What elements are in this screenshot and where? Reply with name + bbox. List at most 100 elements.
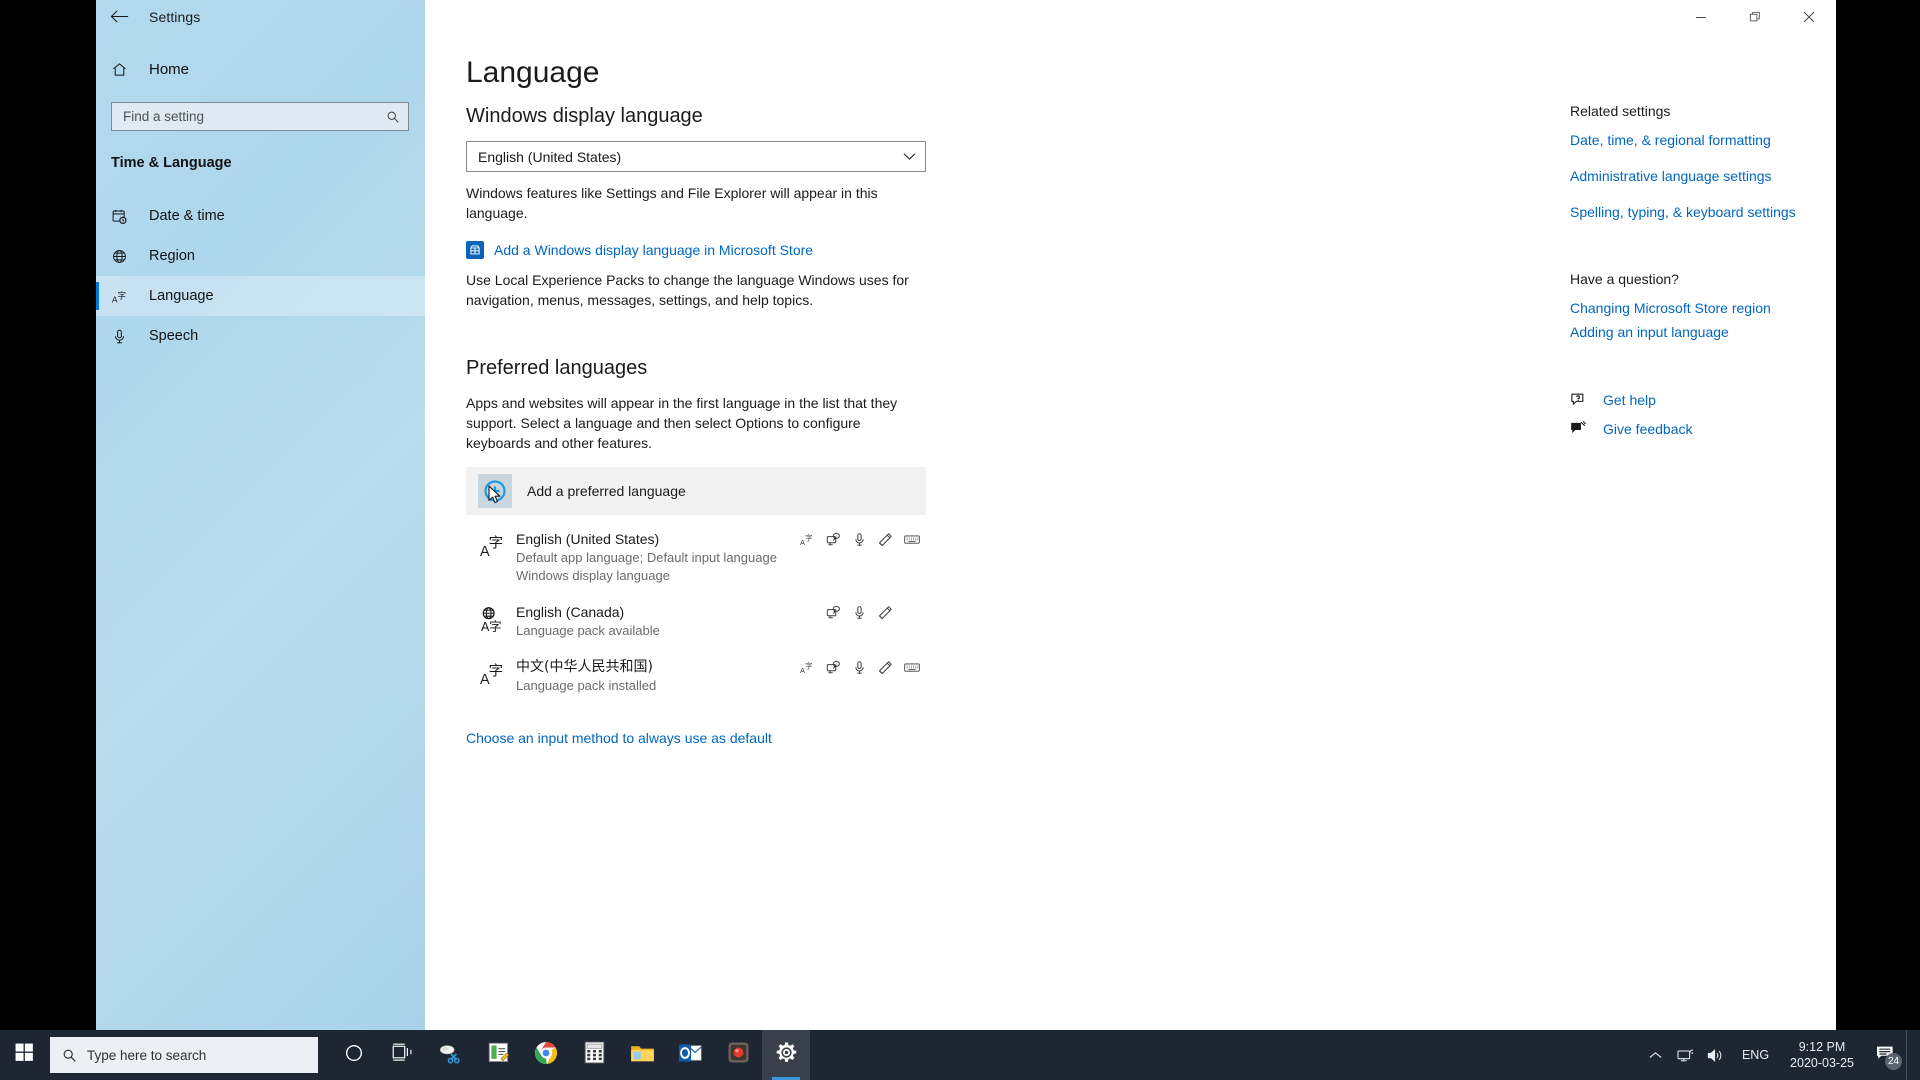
language-icon: A 字 — [111, 288, 141, 305]
store-language-link[interactable]: Add a Windows display language in Micros… — [466, 241, 936, 259]
search-setting-box[interactable] — [111, 102, 409, 131]
sidebar-item-label: Speech — [149, 328, 199, 344]
language-info: English (United States) Default app lang… — [512, 530, 799, 585]
minimize-button[interactable] — [1674, 0, 1728, 33]
get-help-label: Get help — [1603, 391, 1656, 408]
speech-recognition-icon — [851, 604, 868, 621]
give-feedback-button[interactable]: Give feedback — [1570, 420, 1815, 437]
feedback-icon — [1570, 420, 1592, 437]
clock[interactable]: 9:12 PM 2020-03-25 — [1780, 1039, 1864, 1071]
svg-text:字: 字 — [805, 660, 813, 670]
calculator-icon — [584, 1041, 605, 1069]
related-settings-heading: Related settings — [1570, 103, 1671, 119]
selection-bar — [96, 242, 99, 270]
clock-date: 2020-03-25 — [1790, 1056, 1854, 1070]
handwriting-icon — [877, 659, 894, 676]
related-settings-rail: Related settings Date, time, & regional … — [1570, 103, 1815, 449]
display-language-dropdown[interactable]: English (United States) — [466, 141, 926, 172]
network-icon[interactable] — [1671, 1030, 1701, 1080]
language-name: English (United States) — [516, 531, 660, 547]
sidebar-item-speech[interactable]: Speech — [96, 316, 425, 356]
add-circle-icon — [478, 474, 512, 508]
related-link-date-time-regional[interactable]: Date, time, & regional formatting — [1570, 131, 1815, 150]
speech-recognition-icon — [851, 531, 868, 548]
sidebar-item-region[interactable]: Region — [96, 236, 425, 276]
local-experience-packs-description: Use Local Experience Packs to change the… — [466, 272, 909, 308]
question-link-input-language[interactable]: Adding an input language — [1570, 323, 1815, 342]
add-preferred-language-button[interactable]: Add a preferred language — [466, 467, 926, 515]
screen-recorder-icon — [727, 1041, 750, 1069]
language-list-item[interactable]: A 字 English (United States) Default app … — [466, 521, 926, 594]
google-chrome-icon — [534, 1041, 558, 1070]
file-explorer-button[interactable] — [618, 1030, 666, 1080]
svg-text:字: 字 — [489, 619, 502, 632]
calculator-button[interactable] — [570, 1030, 618, 1080]
text-to-speech-icon — [825, 531, 842, 548]
sidebar-item-home[interactable]: Home — [96, 49, 425, 89]
sticky-notes-icon — [487, 1041, 510, 1069]
sticky-notes-button[interactable] — [474, 1030, 522, 1080]
snip-sketch-button[interactable] — [426, 1030, 474, 1080]
windows-start-icon — [15, 1043, 34, 1067]
sidebar-item-language[interactable]: A 字 Language — [96, 276, 425, 316]
back-arrow-icon[interactable] — [96, 0, 142, 33]
display-language-heading: Windows display language — [466, 105, 703, 127]
titlebar-left: Settings — [96, 0, 425, 33]
preferred-languages-heading: Preferred languages — [466, 357, 648, 379]
display-language-icon: A 字 — [799, 531, 816, 548]
sidebar-item-date-time[interactable]: Date & time — [96, 196, 425, 236]
language-name: English (Canada) — [516, 604, 625, 620]
maximize-restore-button[interactable] — [1728, 0, 1782, 33]
main-column: Windows display language English (United… — [466, 105, 936, 746]
default-input-method-link[interactable]: Choose an input method to always use as … — [466, 730, 926, 746]
sidebar-home-label: Home — [149, 60, 190, 78]
display-language-description: Windows features like Settings and File … — [466, 185, 878, 221]
google-chrome-button[interactable] — [522, 1030, 570, 1080]
microphone-icon — [111, 328, 141, 345]
close-button[interactable] — [1782, 0, 1836, 33]
file-explorer-icon — [630, 1042, 655, 1069]
show-desktop-button[interactable] — [1906, 1030, 1914, 1080]
outlook-button[interactable] — [666, 1030, 714, 1080]
screen-recorder-button[interactable] — [714, 1030, 762, 1080]
task-view-button[interactable] — [378, 1030, 426, 1080]
volume-icon[interactable] — [1701, 1030, 1731, 1080]
preferred-languages-list: A 字 English (United States) Default app … — [466, 521, 926, 704]
page-title: Language — [466, 56, 600, 89]
start-button[interactable] — [0, 1030, 48, 1080]
svg-text:字: 字 — [117, 290, 126, 301]
notification-center-button[interactable]: 24 — [1864, 1030, 1906, 1080]
handwriting-icon — [877, 604, 894, 621]
task-view-icon — [391, 1042, 414, 1068]
taskbar-search-placeholder: Type here to search — [87, 1047, 207, 1063]
calendar-clock-icon — [111, 208, 141, 225]
question-link-store-region[interactable]: Changing Microsoft Store region — [1570, 299, 1815, 318]
settings-taskbar-button[interactable] — [762, 1030, 810, 1080]
input-language-indicator[interactable]: ENG — [1731, 1048, 1780, 1062]
cortana-button[interactable] — [330, 1030, 378, 1080]
text-to-speech-icon — [825, 604, 842, 621]
tray-chevron-up-icon[interactable] — [1641, 1030, 1671, 1080]
taskbar-search-box[interactable]: Type here to search — [50, 1037, 318, 1073]
search-icon[interactable] — [386, 110, 400, 124]
sidebar-item-label: Language — [149, 288, 214, 304]
window-controls — [1674, 0, 1836, 33]
search-input[interactable] — [123, 109, 386, 124]
display-language-value: English (United States) — [478, 148, 622, 165]
language-globe-icon: A 字 — [474, 603, 512, 632]
related-link-spelling-typing[interactable]: Spelling, typing, & keyboard settings — [1570, 203, 1815, 222]
related-link-administrative[interactable]: Administrative language settings — [1570, 167, 1815, 186]
language-subline: Windows display language — [516, 568, 670, 583]
handwriting-icon — [877, 531, 894, 548]
window-titlebar: Settings — [96, 0, 1836, 33]
language-subline: Language pack available — [516, 623, 660, 638]
get-help-button[interactable]: Get help — [1570, 391, 1815, 408]
language-list-item[interactable]: A 字 English (Canada) Language pack avail… — [466, 594, 926, 649]
home-icon — [111, 61, 141, 78]
settings-gear-icon — [775, 1041, 798, 1069]
language-az-icon: A 字 — [474, 530, 512, 559]
language-list-item[interactable]: A 字 中文(中华人民共和国) Language pack installed — [466, 649, 926, 704]
rail-spacer — [1570, 359, 1815, 391]
text-to-speech-icon — [825, 659, 842, 676]
language-feature-icons: A 字 — [799, 530, 920, 548]
